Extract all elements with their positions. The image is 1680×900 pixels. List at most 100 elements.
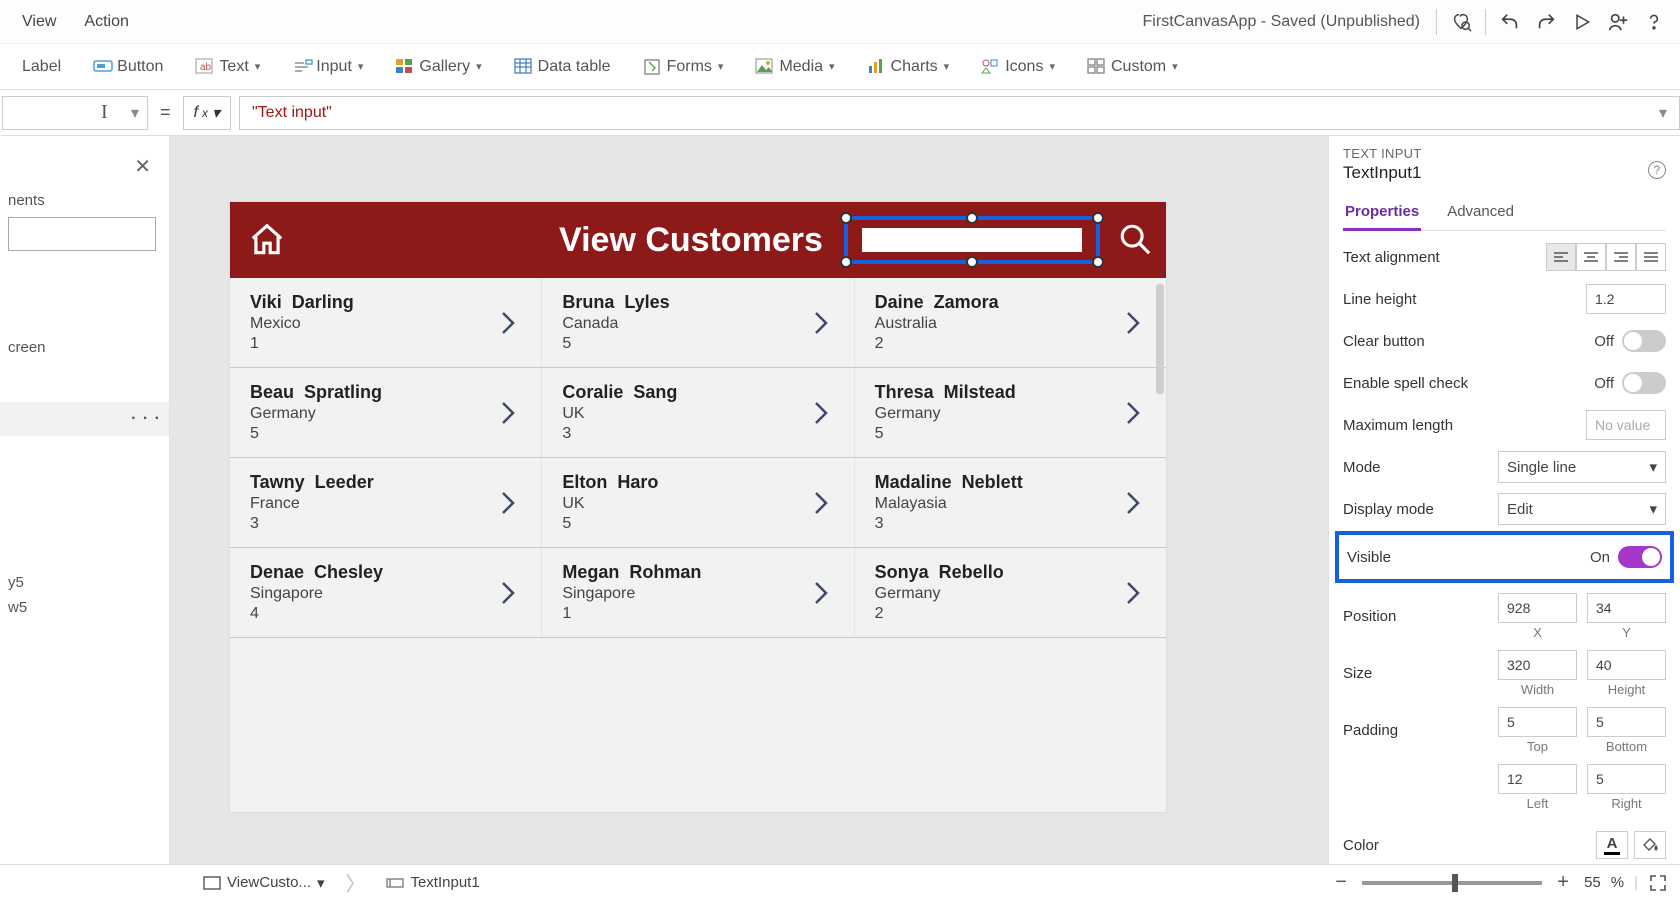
property-selector[interactable]: I▾ xyxy=(2,96,148,130)
chevron-right-icon[interactable] xyxy=(499,399,521,427)
align-left-button[interactable] xyxy=(1546,243,1576,271)
padding-bottom-input[interactable]: 5 xyxy=(1587,707,1666,737)
ribbon-icons[interactable]: Icons▾ xyxy=(967,52,1069,82)
gallery-cell[interactable]: Coralie SangUK3 xyxy=(542,368,854,457)
help-icon[interactable]: ? xyxy=(1648,161,1666,179)
padding-top-input[interactable]: 5 xyxy=(1498,707,1577,737)
position-x-input[interactable]: 928 xyxy=(1498,593,1577,623)
ribbon-text[interactable]: abText▾ xyxy=(181,52,274,82)
tab-advanced[interactable]: Advanced xyxy=(1445,197,1516,230)
gallery-cell[interactable]: Sonya RebelloGermany2 xyxy=(855,548,1166,637)
zoom-in-button[interactable]: + xyxy=(1552,871,1574,894)
fill-color-button[interactable] xyxy=(1634,831,1666,859)
play-icon[interactable] xyxy=(1564,4,1600,40)
selected-textinput[interactable] xyxy=(844,216,1100,264)
zoom-out-button[interactable]: − xyxy=(1330,871,1352,894)
padding-right-input[interactable]: 5 xyxy=(1587,764,1666,794)
prop-size: Size xyxy=(1343,665,1372,682)
formula-input[interactable]: "Text input"▾ xyxy=(239,96,1680,130)
align-right-button[interactable] xyxy=(1606,243,1636,271)
gallery-cell[interactable]: Viki DarlingMexico1 xyxy=(230,278,542,367)
gallery-cell[interactable]: Megan RohmanSingapore1 xyxy=(542,548,854,637)
ribbon-input[interactable]: Input▾ xyxy=(278,52,377,82)
help-icon[interactable] xyxy=(1636,4,1672,40)
search-input[interactable] xyxy=(8,217,156,251)
redo-icon[interactable] xyxy=(1528,4,1564,40)
text-cursor-icon: I xyxy=(11,101,108,124)
gallery-cell[interactable]: Elton HaroUK5 xyxy=(542,458,854,547)
tree-item[interactable]: w5 xyxy=(8,599,161,616)
chevron-down-icon: ▾ xyxy=(255,60,261,73)
visible-toggle[interactable]: On xyxy=(1590,546,1662,568)
ribbon-media[interactable]: Media▾ xyxy=(741,52,848,82)
line-height-input[interactable]: 1.2 xyxy=(1586,284,1666,314)
tree-item-selected[interactable]: · · · xyxy=(0,402,169,436)
health-icon[interactable] xyxy=(1443,4,1479,40)
fx-button[interactable]: fx▾ xyxy=(183,96,231,130)
breadcrumb-control[interactable]: TextInput1 xyxy=(375,869,490,896)
close-icon[interactable]: ✕ xyxy=(134,154,151,179)
align-center-button[interactable] xyxy=(1576,243,1606,271)
ribbon-button[interactable]: Button xyxy=(79,52,177,82)
customer-country: Germany xyxy=(875,405,1016,423)
tree-item-screen[interactable]: creen xyxy=(8,339,161,356)
gallery-cell[interactable]: Thresa MilsteadGermany5 xyxy=(855,368,1166,457)
gallery-cell[interactable]: Bruna LylesCanada5 xyxy=(542,278,854,367)
chevron-right-icon[interactable] xyxy=(499,579,521,607)
ribbon-custom[interactable]: Custom▾ xyxy=(1073,52,1192,82)
home-icon[interactable] xyxy=(248,221,286,259)
gallery-cell[interactable]: Beau SpratlingGermany5 xyxy=(230,368,542,457)
search-icon[interactable] xyxy=(1118,222,1152,256)
customer-number: 2 xyxy=(875,335,999,353)
menu-view[interactable]: View xyxy=(8,5,70,39)
align-justify-button[interactable] xyxy=(1636,243,1666,271)
ribbon-charts[interactable]: Charts▾ xyxy=(853,52,964,82)
chevron-right-icon[interactable] xyxy=(1124,399,1146,427)
size-height-input[interactable]: 40 xyxy=(1587,650,1666,680)
gallery-cell[interactable]: Tawny LeederFrance3 xyxy=(230,458,542,547)
customer-country: Mexico xyxy=(250,315,354,333)
fit-to-screen-button[interactable] xyxy=(1648,873,1668,893)
ribbon-gallery[interactable]: Gallery▾ xyxy=(381,52,495,82)
chevron-right-icon[interactable] xyxy=(499,309,521,337)
gallery-cell[interactable]: Madaline NeblettMalayasia3 xyxy=(855,458,1166,547)
tab-properties[interactable]: Properties xyxy=(1343,197,1421,231)
chevron-right-icon[interactable] xyxy=(812,399,834,427)
chevron-right-icon[interactable] xyxy=(1124,309,1146,337)
customer-country: Germany xyxy=(875,585,1004,603)
max-length-input[interactable]: No value xyxy=(1586,410,1666,440)
spell-check-toggle[interactable]: Off xyxy=(1594,372,1666,394)
ribbon-forms[interactable]: Forms▾ xyxy=(629,52,738,82)
prop-clear-button: Clear button xyxy=(1343,333,1425,350)
undo-icon[interactable] xyxy=(1492,4,1528,40)
chevron-right-icon[interactable] xyxy=(1124,489,1146,517)
tree-item[interactable]: y5 xyxy=(8,574,161,591)
size-width-input[interactable]: 320 xyxy=(1498,650,1577,680)
position-y-input[interactable]: 34 xyxy=(1587,593,1666,623)
menu-action[interactable]: Action xyxy=(70,5,142,39)
font-color-button[interactable]: A xyxy=(1596,831,1628,859)
breadcrumb-screen[interactable]: ViewCusto... ▾ xyxy=(192,869,335,897)
padding-left-input[interactable]: 12 xyxy=(1498,764,1577,794)
tree-view-panel: ✕ nents creen · · · y5 w5 xyxy=(0,136,170,864)
share-icon[interactable] xyxy=(1600,4,1636,40)
display-mode-select[interactable]: Edit▾ xyxy=(1498,493,1666,525)
ribbon-data-table[interactable]: Data table xyxy=(500,52,625,82)
chevron-right-icon[interactable] xyxy=(812,309,834,337)
ribbon-label[interactable]: Label xyxy=(8,52,75,82)
chevron-right-icon[interactable] xyxy=(812,489,834,517)
gallery-cell[interactable]: Daine ZamoraAustralia2 xyxy=(855,278,1166,367)
customer-name: Bruna Lyles xyxy=(562,292,669,313)
gallery-cell[interactable]: Denae ChesleySingapore4 xyxy=(230,548,542,637)
chevron-right-icon[interactable] xyxy=(499,489,521,517)
chevron-down-icon: ▾ xyxy=(476,60,482,73)
canvas-area[interactable]: View Customers Viki DarlingMexico1Bruna … xyxy=(170,136,1328,864)
clear-button-toggle[interactable]: Off xyxy=(1594,330,1666,352)
gallery-scrollbar[interactable] xyxy=(1156,284,1164,394)
mode-select[interactable]: Single line▾ xyxy=(1498,451,1666,483)
more-icon[interactable]: · · · xyxy=(131,410,161,428)
chevron-right-icon[interactable] xyxy=(812,579,834,607)
zoom-slider[interactable] xyxy=(1362,881,1542,885)
control-name: TextInput1 xyxy=(1343,163,1666,183)
chevron-right-icon[interactable] xyxy=(1124,579,1146,607)
